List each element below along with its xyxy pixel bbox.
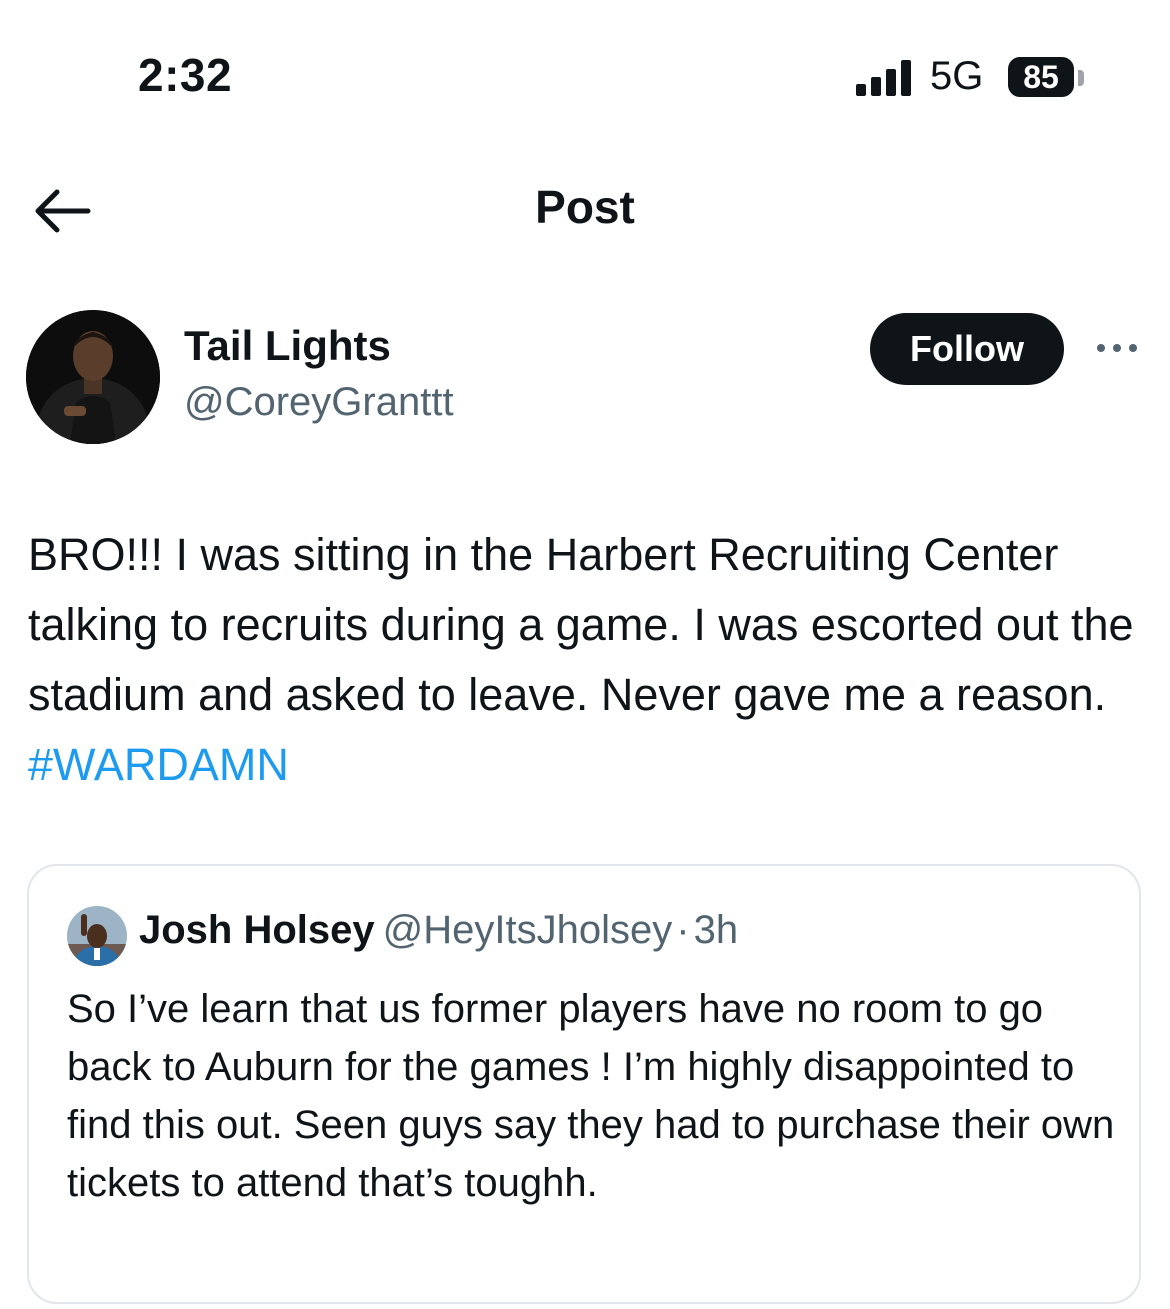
page-title: Post xyxy=(535,181,635,233)
cellular-signal-icon xyxy=(856,60,914,96)
post-header: Post xyxy=(0,150,1170,270)
quote-text: So I’ve learn that us former players hav… xyxy=(67,987,1115,1205)
author-display-name[interactable]: Tail Lights xyxy=(184,322,391,370)
post-body: BRO!!! I was sitting in the Harbert Recr… xyxy=(28,529,1134,720)
author-handle[interactable]: @CoreyGranttt xyxy=(184,380,454,425)
quote-author-avatar xyxy=(67,906,127,966)
quote-author-handle[interactable]: @HeyItsJholsey xyxy=(383,908,673,952)
quote-author-name[interactable]: Josh Holsey xyxy=(139,908,375,952)
status-time: 2:32 xyxy=(138,49,233,101)
quote-separator: · xyxy=(676,908,690,952)
network-type: 5G xyxy=(930,54,984,98)
status-bar: 2:32 5G 85 xyxy=(0,0,1170,150)
battery-tip xyxy=(1078,70,1084,86)
quote-timestamp: 3h xyxy=(693,908,739,952)
quote-header: Josh Holsey @HeyItsJholsey · 3h xyxy=(139,908,738,953)
post-text: BRO!!! I was sitting in the Harbert Recr… xyxy=(28,520,1148,800)
author-avatar[interactable] xyxy=(26,310,160,444)
more-options-icon[interactable] xyxy=(1094,340,1140,356)
quoted-post[interactable]: Josh Holsey @HeyItsJholsey · 3h So I’ve lea… xyxy=(27,864,1141,1304)
battery-level: 85 xyxy=(1023,59,1059,95)
follow-button[interactable]: Follow xyxy=(870,313,1064,385)
hashtag-link[interactable]: #WARDAMN xyxy=(28,739,289,790)
battery-icon: 85 xyxy=(1008,57,1076,99)
